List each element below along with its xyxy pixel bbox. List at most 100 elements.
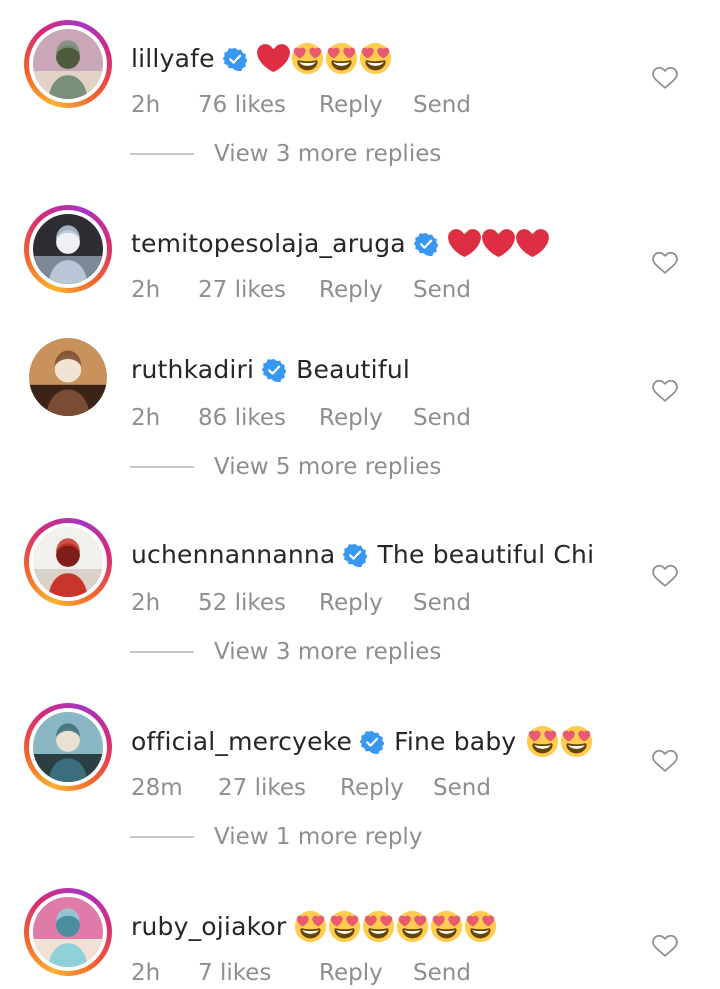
avatar-photo bbox=[29, 210, 107, 288]
comment-item: ruby_ojiakor 2h 7 likes Reply Send bbox=[0, 888, 720, 988]
likes-count[interactable]: 7 likes bbox=[198, 960, 271, 986]
comment-item: uchennannanna The beautiful Chi 2h 52 like… bbox=[0, 518, 720, 618]
heart-eyes-emoji-icon bbox=[430, 910, 464, 943]
avatar[interactable] bbox=[24, 888, 112, 976]
reply-button[interactable]: Reply bbox=[319, 277, 383, 303]
reply-button[interactable]: Reply bbox=[340, 775, 404, 801]
likes-count[interactable]: 52 likes bbox=[198, 590, 286, 616]
username-link[interactable]: temitopesolaja_aruga bbox=[131, 229, 406, 258]
likes-count[interactable]: 27 likes bbox=[218, 775, 306, 801]
heart-eyes-emoji-icon bbox=[291, 42, 325, 75]
send-button[interactable]: Send bbox=[413, 960, 471, 986]
timestamp: 2h bbox=[131, 590, 161, 616]
reply-button[interactable]: Reply bbox=[319, 92, 383, 118]
comment-text: Fine baby bbox=[394, 727, 517, 756]
reply-divider-line bbox=[130, 836, 194, 838]
like-heart-icon[interactable] bbox=[652, 749, 678, 773]
avatar[interactable] bbox=[24, 518, 112, 606]
like-heart-icon[interactable] bbox=[652, 66, 678, 90]
reply-divider-line bbox=[130, 466, 194, 468]
comment-item: ruthkadiri Beautiful 2h 86 likes Reply Send bbox=[0, 333, 720, 433]
verified-badge-icon bbox=[359, 730, 385, 754]
likes-count[interactable]: 27 likes bbox=[198, 277, 286, 303]
view-replies-label: View 5 more replies bbox=[214, 454, 442, 480]
avatar-photo bbox=[29, 25, 107, 103]
avatar-photo bbox=[29, 893, 107, 971]
avatar-photo bbox=[29, 338, 107, 416]
red-heart-emoji-icon bbox=[447, 227, 482, 260]
username-link[interactable]: ruthkadiri bbox=[131, 355, 254, 384]
send-button[interactable]: Send bbox=[413, 92, 471, 118]
verified-badge-icon bbox=[342, 543, 368, 567]
send-button[interactable]: Send bbox=[413, 590, 471, 616]
comment-body: ruby_ojiakor bbox=[131, 910, 498, 943]
like-heart-icon[interactable] bbox=[652, 564, 678, 588]
timestamp: 2h bbox=[131, 960, 161, 986]
comment-body: lillyafe bbox=[131, 42, 393, 75]
comment-body: uchennannanna The beautiful Chi bbox=[131, 540, 594, 569]
heart-eyes-emoji-icon bbox=[359, 42, 393, 75]
view-more-replies-button[interactable]: View 3 more replies bbox=[130, 139, 530, 169]
red-heart-emoji-icon bbox=[515, 227, 550, 260]
likes-count[interactable]: 86 likes bbox=[198, 405, 286, 431]
send-button[interactable]: Send bbox=[433, 775, 491, 801]
reply-divider-line bbox=[130, 153, 194, 155]
emoji-group bbox=[526, 725, 594, 758]
heart-eyes-emoji-icon bbox=[464, 910, 498, 943]
heart-eyes-emoji-icon bbox=[294, 910, 328, 943]
comment-body: ruthkadiri Beautiful bbox=[131, 355, 410, 384]
like-heart-icon[interactable] bbox=[652, 379, 678, 403]
send-button[interactable]: Send bbox=[413, 405, 471, 431]
avatar[interactable] bbox=[24, 205, 112, 293]
avatar-photo bbox=[29, 708, 107, 786]
heart-eyes-emoji-icon bbox=[396, 910, 430, 943]
view-replies-label: View 3 more replies bbox=[214, 639, 442, 665]
emoji-group bbox=[447, 227, 550, 260]
heart-eyes-emoji-icon bbox=[362, 910, 396, 943]
verified-badge-icon bbox=[261, 358, 287, 382]
heart-eyes-emoji-icon bbox=[328, 910, 362, 943]
comment-item: temitopesolaja_aruga 2h 27 likes Reply Send bbox=[0, 205, 720, 305]
emoji-group bbox=[256, 42, 393, 75]
comment-text: Beautiful bbox=[296, 355, 411, 384]
reply-divider-line bbox=[130, 651, 194, 653]
heart-eyes-emoji-icon bbox=[560, 725, 594, 758]
comment-body: temitopesolaja_aruga bbox=[131, 227, 550, 260]
reply-button[interactable]: Reply bbox=[319, 960, 383, 986]
view-more-replies-button[interactable]: View 1 more reply bbox=[130, 822, 530, 852]
timestamp: 28m bbox=[131, 775, 183, 801]
avatar[interactable] bbox=[24, 333, 112, 421]
heart-eyes-emoji-icon bbox=[325, 42, 359, 75]
timestamp: 2h bbox=[131, 277, 161, 303]
red-heart-emoji-icon bbox=[256, 42, 291, 75]
comments-list: lillyafe 2h 76 likes Reply Send View 3 more… bbox=[0, 0, 720, 989]
avatar-photo bbox=[29, 523, 107, 601]
view-more-replies-button[interactable]: View 5 more replies bbox=[130, 452, 530, 482]
view-more-replies-button[interactable]: View 3 more replies bbox=[130, 637, 530, 667]
red-heart-emoji-icon bbox=[481, 227, 516, 260]
avatar[interactable] bbox=[24, 703, 112, 791]
username-link[interactable]: lillyafe bbox=[131, 44, 215, 73]
reply-button[interactable]: Reply bbox=[319, 590, 383, 616]
heart-eyes-emoji-icon bbox=[526, 725, 560, 758]
emoji-group bbox=[294, 910, 498, 943]
view-replies-label: View 3 more replies bbox=[214, 141, 442, 167]
reply-button[interactable]: Reply bbox=[319, 405, 383, 431]
view-replies-label: View 1 more reply bbox=[214, 824, 423, 850]
username-link[interactable]: official_mercyeke bbox=[131, 727, 352, 756]
timestamp: 2h bbox=[131, 92, 161, 118]
avatar[interactable] bbox=[24, 20, 112, 108]
comment-item: official_mercyeke Fine baby 28m 27 likes R… bbox=[0, 703, 720, 803]
comment-body: official_mercyeke Fine baby bbox=[131, 725, 594, 758]
likes-count[interactable]: 76 likes bbox=[198, 92, 286, 118]
timestamp: 2h bbox=[131, 405, 161, 431]
verified-badge-icon bbox=[222, 47, 248, 71]
send-button[interactable]: Send bbox=[413, 277, 471, 303]
username-link[interactable]: ruby_ojiakor bbox=[131, 912, 286, 941]
username-link[interactable]: uchennannanna bbox=[131, 540, 335, 569]
verified-badge-icon bbox=[413, 232, 439, 256]
like-heart-icon[interactable] bbox=[652, 934, 678, 958]
comment-text: The beautiful Chi bbox=[377, 540, 595, 569]
like-heart-icon[interactable] bbox=[652, 251, 678, 275]
comment-item: lillyafe 2h 76 likes Reply Send bbox=[0, 20, 720, 120]
